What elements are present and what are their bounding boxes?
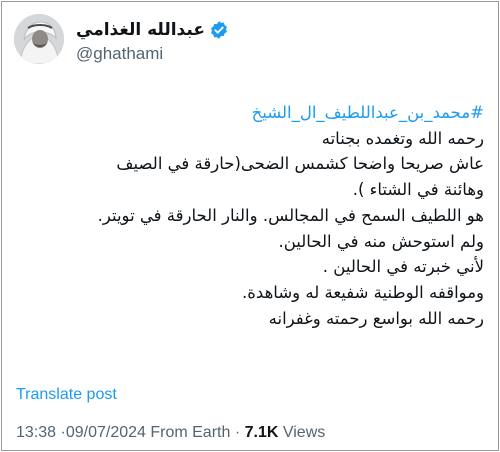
tweet-line: ومواقفه الوطنية شفيعة له وشاهدة.	[242, 282, 484, 302]
display-name[interactable]: عبدالله الغذامي	[76, 20, 205, 40]
post-date[interactable]: 09/07/2024	[66, 424, 146, 441]
verified-badge-icon	[209, 20, 229, 40]
tweet-line: هو اللطيف السمح في المجالس. والنار الحار…	[97, 205, 484, 225]
author-handle[interactable]: @ghathami	[76, 44, 229, 64]
tweet-text: #محمد_بن_عبداللطيف_ال_الشيخ رحمه الله وت…	[14, 100, 484, 331]
tweet-header: عبدالله الغذامي @ghathami	[14, 14, 484, 70]
post-time[interactable]: 13:38	[16, 424, 56, 441]
tweet-line: ولم استوحش منه في الحالين.	[278, 231, 484, 251]
tweet-line: عاش صريحا واضحا كشمس الضحى(حارقة في الصي…	[116, 154, 484, 174]
meta-separator: ·	[234, 424, 241, 441]
avatar-photo	[14, 14, 64, 64]
author-names: عبدالله الغذامي @ghathami	[76, 18, 229, 64]
views-label: Views	[282, 424, 326, 441]
tweet-line: رحمه الله بواسع رحمته وغفرانه	[268, 308, 484, 328]
tweet-line: لأني خبرته في الحالين .	[322, 257, 484, 277]
avatar[interactable]	[14, 14, 64, 64]
display-name-row: عبدالله الغذامي	[76, 18, 229, 42]
views-count: 7.1K	[244, 424, 279, 441]
tweet-line: وهائنة في الشتاء ).	[352, 180, 484, 200]
tweet-line: رحمه الله وتغمده بجناته	[321, 128, 484, 148]
tweet-meta: 13:38 ·09/07/2024 From Earth · 7.1K View…	[16, 424, 325, 442]
post-source: From Earth	[150, 424, 231, 441]
tweet-card: عبدالله الغذامي @ghathami #محمد_بن_عبدال…	[1, 1, 499, 451]
hashtag-link[interactable]: #محمد_بن_عبداللطيف_ال_الشيخ	[14, 100, 484, 126]
translate-post-link[interactable]: Translate post	[16, 386, 117, 404]
